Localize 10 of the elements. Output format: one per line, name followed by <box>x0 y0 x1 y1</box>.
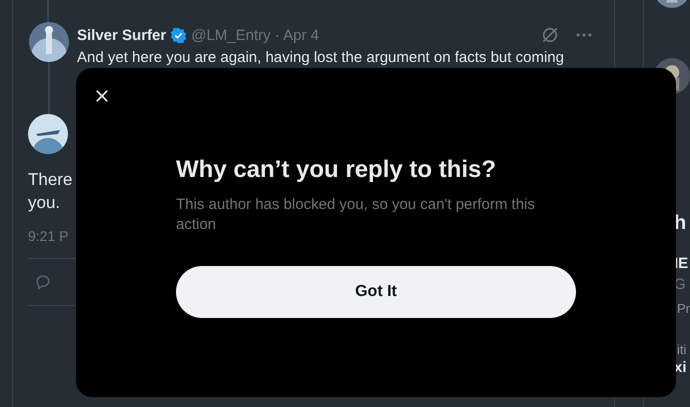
got-it-button[interactable]: Got It <box>176 266 576 318</box>
tweet-text: And yet here you are again, having lost the argument on facts but coming <box>77 48 565 68</box>
author-name[interactable]: Silver Surfer <box>77 26 166 44</box>
handle-date: @LM_Entry · Apr 4 <box>191 26 319 44</box>
reply-text: There <box>28 169 72 191</box>
dialog-title: Why can’t you reply to this? <box>176 156 498 184</box>
trend-text[interactable]: Pr <box>677 301 690 316</box>
dialog-message: This author has blocked you, so you can't perform this action <box>176 195 536 235</box>
trend-text[interactable]: iti <box>677 342 686 357</box>
reply-text: you. <box>28 192 60 214</box>
